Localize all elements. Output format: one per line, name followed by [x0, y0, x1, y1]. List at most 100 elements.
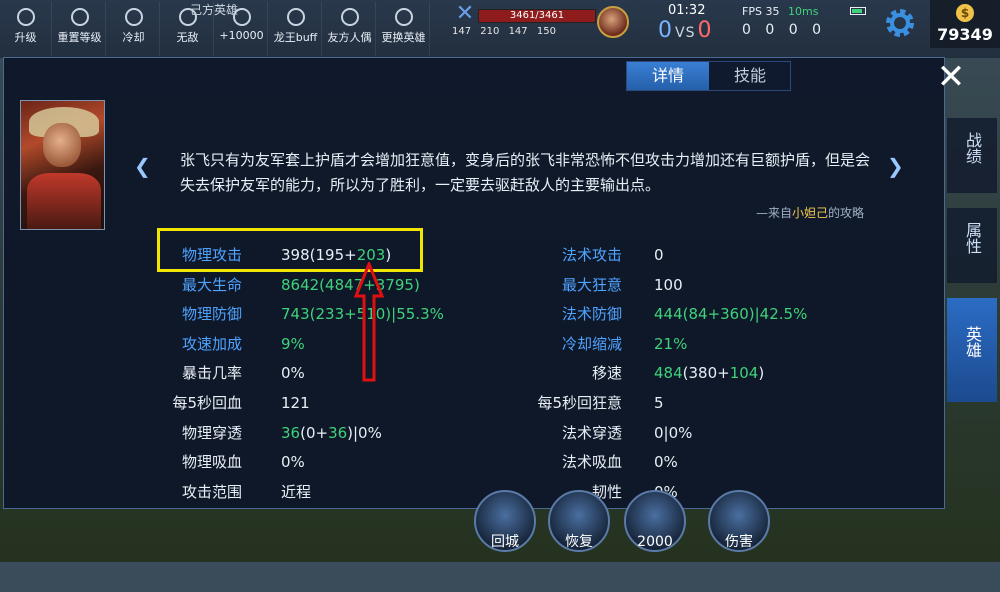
right-stat-label: 法术攻击	[561, 246, 622, 264]
hero-description: 张飞只有为友军套上护盾才会增加狂意值，变身后的张飞非常恐怖不但攻击力增加还有巨额…	[180, 151, 871, 194]
stat-value-part: (380+	[682, 364, 730, 383]
stat-value-part: )	[758, 364, 765, 383]
gold-skill[interactable]: 2000	[624, 490, 686, 552]
stat-value-part: 36	[281, 423, 301, 442]
blue-score: 0	[658, 18, 673, 43]
right-stat-value: 100	[654, 272, 683, 298]
attack-stat: 147	[452, 26, 472, 37]
gold-amount: 79349	[937, 25, 993, 44]
cheat-button-label: 冷却	[122, 31, 145, 44]
cheat-button-3[interactable]: 无敌	[162, 2, 214, 56]
right-stat-value: 21%	[654, 331, 687, 357]
chevron-left-icon[interactable]: ❮	[134, 154, 151, 178]
ping-readout: 10ms	[788, 5, 819, 18]
stat-value-part: 0	[654, 246, 664, 264]
cheat-button-label: 重置等级	[57, 31, 102, 44]
panel-tabs: 详情 技能	[626, 61, 791, 91]
left-stat-label: 最大生命	[181, 275, 242, 294]
left-stat-value: 近程	[281, 479, 311, 505]
cheat-button-7[interactable]: 更换英雄	[378, 2, 430, 56]
side-tab-hero[interactable]: 英雄	[947, 298, 997, 402]
left-stat-value: 8642(4847+3795)	[281, 272, 420, 298]
fps-readout: FPS 35	[742, 5, 780, 18]
cheat-button-4[interactable]: +10000	[216, 2, 268, 56]
tab-skills[interactable]: 技能	[709, 62, 791, 90]
gold-display: $ 79349	[930, 0, 1000, 48]
left-stat-value: 0%	[281, 360, 305, 386]
match-clock: 01:32	[668, 3, 706, 18]
stat-value-part: 9%	[281, 334, 305, 353]
scoreboard: 0 VS0	[658, 18, 712, 43]
defense-stat: 210	[480, 26, 500, 37]
stat-value-part: 121	[281, 394, 310, 412]
stat-value-part: 100	[654, 275, 683, 294]
gold-coin-icon: $	[956, 4, 974, 22]
recover-skill[interactable]: 恢复	[548, 490, 610, 552]
cheat-button-6[interactable]: 友方人偶	[324, 2, 376, 56]
assists-count: 0	[788, 22, 798, 38]
left-stat-value: 0%	[281, 449, 305, 475]
recall-skill[interactable]: 回城	[474, 490, 536, 552]
dragon-icon	[286, 8, 305, 26]
stat-value-part: 444(84+360)|42.5%	[654, 305, 808, 324]
hero-avatar[interactable]	[597, 6, 629, 38]
left-stat-value: 121	[281, 390, 310, 416]
cheat-button-label: 升级	[14, 31, 37, 44]
magic-defense-stat: 150	[536, 26, 556, 37]
source-author[interactable]: 小妲己	[792, 206, 828, 220]
right-stat-label: 最大狂意	[561, 275, 622, 294]
dummy-icon	[340, 8, 359, 26]
tab-details[interactable]: 详情	[627, 62, 709, 90]
magic-stat: 147	[508, 26, 528, 37]
side-tab-attributes-label: 属性	[963, 222, 982, 254]
close-button[interactable]: ✕	[935, 60, 967, 94]
side-tab-record[interactable]: 战绩	[947, 118, 997, 193]
right-stat-value: 484(380+104)	[654, 360, 764, 386]
invincible-icon	[178, 8, 197, 26]
cheat-button-label: 友方人偶	[327, 31, 372, 44]
right-stat-value: 444(84+360)|42.5%	[654, 301, 807, 327]
towers-count: 0	[812, 22, 822, 38]
damage-skill[interactable]: 伤害	[708, 490, 770, 552]
side-tab-hero-label: 英雄	[963, 326, 982, 358]
guide-source: —来自小妲己的攻略	[704, 204, 864, 221]
gold-coin-icon	[232, 8, 251, 26]
cheat-button-0[interactable]: 升级	[0, 2, 52, 56]
source-prefix: —来自	[755, 206, 792, 220]
chevron-right-icon[interactable]: ❯	[887, 154, 904, 178]
left-stat-value: 9%	[281, 331, 305, 357]
side-tab-record-label: 战绩	[963, 132, 982, 164]
left-stat-label: 攻速加成	[181, 334, 242, 353]
vs-label: VS	[675, 25, 696, 41]
right-stat-value: 5	[654, 390, 664, 416]
stat-value-part: 0%	[281, 453, 305, 472]
right-stat-value: 0%	[654, 449, 678, 475]
kda-row: 0 0 0 0	[742, 22, 831, 38]
stat-value-part: 21%	[654, 334, 688, 353]
stat-value-part: )|0%	[347, 423, 382, 442]
stat-value-part: 0%	[654, 453, 678, 472]
cheat-button-5[interactable]: 龙王buff	[270, 2, 322, 56]
stat-value-part: 近程	[281, 482, 312, 501]
stat-value-part: 0%	[281, 364, 305, 383]
gear-icon[interactable]	[883, 6, 917, 40]
right-stat-label: 法术吸血	[561, 453, 622, 472]
reset-icon	[70, 8, 89, 26]
cheat-button-label: 龙王buff	[273, 31, 318, 44]
cooldown-icon	[124, 8, 143, 26]
cheat-button-2[interactable]: 冷却	[108, 2, 160, 56]
right-stat-label: 移速	[591, 364, 622, 383]
upgrade-icon	[16, 8, 35, 26]
cheat-button-label: 更换英雄	[381, 31, 426, 44]
left-stat-label: 物理吸血	[181, 453, 242, 472]
crossed-swords-icon: ✕	[455, 1, 475, 26]
hero-stats-row: 147 210 147 150	[452, 26, 562, 37]
side-tab-attributes[interactable]: 属性	[947, 208, 997, 283]
stat-value-part: (0+	[300, 423, 329, 442]
kills-count: 0	[742, 22, 751, 38]
left-stat-label: 物理防御	[181, 305, 242, 324]
left-stat-label: 物理穿透	[181, 423, 242, 442]
swap-icon	[394, 8, 413, 26]
cheat-button-1[interactable]: 重置等级	[54, 2, 106, 56]
left-stat-label: 每5秒回血	[172, 394, 242, 412]
